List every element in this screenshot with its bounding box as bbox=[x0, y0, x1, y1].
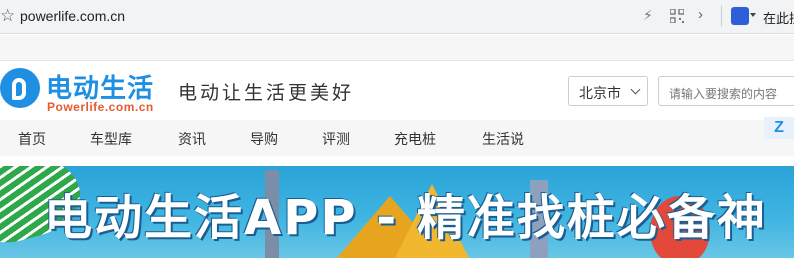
nav-item-news[interactable]: 资讯 bbox=[178, 129, 206, 149]
lightning-icon[interactable]: ⚡ bbox=[643, 7, 653, 24]
city-label: 北京市 bbox=[579, 85, 621, 101]
bookmark-star-icon[interactable]: ☆ bbox=[0, 7, 15, 24]
address-bar-url[interactable]: powerlife.com.cn bbox=[20, 8, 125, 24]
city-selector[interactable]: 北京市 bbox=[568, 76, 648, 106]
toolbar-divider bbox=[721, 6, 722, 26]
logo-subtitle: Powerlife.com.cn bbox=[47, 100, 154, 114]
main-nav: 首页 车型库 资讯 导购 评测 充电桩 生活说 bbox=[0, 120, 794, 156]
browser-toolbar: ☆ powerlife.com.cn ⚡ › 在此搜 bbox=[0, 0, 794, 34]
chevron-down-icon[interactable] bbox=[750, 13, 756, 17]
nav-item-models[interactable]: 车型库 bbox=[90, 129, 132, 149]
nav-item-charging[interactable]: 充电桩 bbox=[394, 129, 436, 149]
nav-item-guide[interactable]: 导购 bbox=[250, 129, 278, 149]
browser-search-box[interactable]: 在此搜 bbox=[763, 8, 794, 27]
site-slogan: 电动让生活更美好 bbox=[178, 82, 355, 104]
chevron-down-icon bbox=[630, 84, 641, 95]
nav-item-life[interactable]: 生活说 bbox=[482, 129, 524, 149]
bookmarks-strip bbox=[0, 35, 794, 61]
nav-item-home[interactable]: 首页 bbox=[18, 129, 46, 149]
baidu-paw-icon[interactable] bbox=[731, 7, 749, 25]
zhihu-z-icon[interactable]: Z bbox=[764, 117, 794, 139]
site-search-input[interactable]: 请输入要搜索的内容 bbox=[658, 76, 794, 106]
nav-item-reviews[interactable]: 评测 bbox=[322, 129, 350, 149]
logo-p-mark bbox=[12, 78, 26, 100]
chevron-right-icon[interactable]: › bbox=[698, 6, 703, 23]
banner-headline: 电动生活APP - 精准找桩必备神 bbox=[44, 190, 767, 246]
qr-code-icon[interactable] bbox=[670, 9, 684, 23]
